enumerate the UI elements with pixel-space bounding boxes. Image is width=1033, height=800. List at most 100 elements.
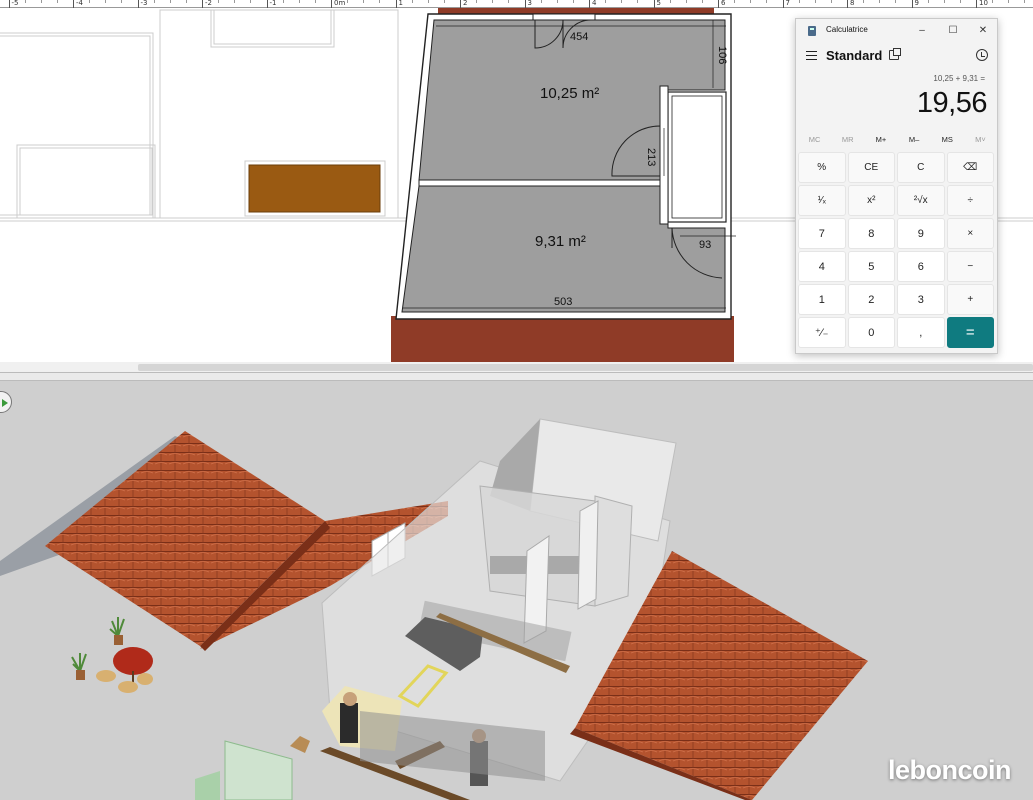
memory-button[interactable]: MS xyxy=(931,135,964,149)
ruler-minor-tick xyxy=(637,0,639,3)
close-button[interactable]: ✕ xyxy=(972,22,994,40)
multiply-key[interactable]: × xyxy=(946,218,994,249)
ruler-minor-tick xyxy=(89,0,91,3)
memory-button[interactable]: M˅ xyxy=(964,135,997,149)
calculator-display: 19,56 xyxy=(916,87,988,119)
memory-button[interactable]: M– xyxy=(898,135,931,149)
ruler-minor-tick xyxy=(40,0,42,3)
one-key[interactable]: 1 xyxy=(798,284,846,315)
four-key[interactable]: 4 xyxy=(798,251,846,282)
ruler-minor-tick xyxy=(411,0,413,3)
maximize-button[interactable]: ☐ xyxy=(942,22,964,40)
ruler-minor-tick xyxy=(879,0,881,3)
leboncoin-watermark: leboncoin xyxy=(888,755,1012,785)
ruler-minor-tick xyxy=(669,0,671,3)
furniture-sofa xyxy=(248,164,381,213)
dimension-right-top: 106 xyxy=(716,46,728,65)
two-key[interactable]: 2 xyxy=(847,284,895,315)
ruler-minor-tick xyxy=(379,0,381,3)
calculator-header: Standard xyxy=(796,45,997,67)
ruler-label: 4 xyxy=(592,0,597,7)
minus-key[interactable]: − xyxy=(946,251,994,282)
ruler-minor-tick xyxy=(56,0,58,3)
ruler-minor-tick xyxy=(476,0,478,3)
ruler-minor-tick xyxy=(1008,0,1010,3)
seven-key[interactable]: 7 xyxy=(798,218,846,249)
history-icon[interactable] xyxy=(976,49,988,61)
three-key[interactable]: 3 xyxy=(897,284,945,315)
ruler-label: 2 xyxy=(463,0,468,7)
3d-roof-left xyxy=(45,431,325,646)
3d-scene[interactable] xyxy=(0,381,1033,800)
ruler-label: -1 xyxy=(269,0,277,7)
equals-key[interactable]: = xyxy=(946,317,994,348)
ruler-minor-tick xyxy=(153,0,155,3)
keep-on-top-icon[interactable] xyxy=(889,48,901,60)
plus-key[interactable]: + xyxy=(946,284,994,315)
room-label-1: 10,25 m² xyxy=(540,85,600,102)
clear-entry-key[interactable]: CE xyxy=(847,152,895,183)
ruler-label: 0m xyxy=(334,0,346,7)
ruler-minor-tick xyxy=(992,0,994,3)
nine-key[interactable]: 9 xyxy=(897,218,945,249)
ruler-label: -4 xyxy=(76,0,83,7)
view-splitter[interactable] xyxy=(0,372,1033,381)
3d-person-sitting xyxy=(340,703,358,743)
ruler-tick xyxy=(8,0,10,8)
square-root-key[interactable]: ²√x xyxy=(897,185,945,216)
arrow-right-icon xyxy=(2,399,8,407)
memory-button[interactable]: MR xyxy=(831,135,864,149)
negate-key[interactable]: ⁺⁄₋ xyxy=(798,317,846,348)
ruler-minor-tick xyxy=(443,0,445,3)
ruler-label: 10 xyxy=(979,0,988,7)
roof-top-strip xyxy=(438,8,714,14)
ruler-label: 9 xyxy=(914,0,919,7)
ruler-minor-tick xyxy=(185,0,187,3)
ruler-minor-tick xyxy=(363,0,365,3)
ruler-tick xyxy=(395,0,397,8)
ruler-label: 8 xyxy=(850,0,855,7)
ruler-label: 3 xyxy=(527,0,532,7)
ruler-minor-tick xyxy=(863,0,865,3)
ruler-minor-tick xyxy=(556,0,558,3)
ruler-tick xyxy=(847,0,848,8)
calculator-window[interactable]: Calculatrice – ☐ ✕ Standard 10,25 + 9,31… xyxy=(795,18,998,354)
backspace-key[interactable]: ⌫ xyxy=(946,152,994,183)
ruler-tick xyxy=(718,0,719,8)
ruler-tick xyxy=(266,0,268,8)
ruler-label: -2 xyxy=(205,0,212,7)
ruler-minor-tick xyxy=(959,0,961,3)
calculator-titlebar[interactable]: Calculatrice – ☐ ✕ xyxy=(796,19,997,43)
3d-plant-1 xyxy=(109,617,125,645)
ruler-minor-tick xyxy=(282,0,284,3)
dimension-door-small: 93 xyxy=(699,239,712,251)
ruler-minor-tick xyxy=(701,0,703,3)
scrollbar-thumb[interactable] xyxy=(138,364,1033,371)
percent-key[interactable]: % xyxy=(798,152,846,183)
six-key[interactable]: 6 xyxy=(897,251,945,282)
ruler-tick xyxy=(976,0,977,8)
ruler-minor-tick xyxy=(734,0,736,3)
ruler-minor-tick xyxy=(508,0,510,3)
minimize-button[interactable]: – xyxy=(911,22,933,40)
ruler-label: 1 xyxy=(398,0,403,7)
five-key[interactable]: 5 xyxy=(847,251,895,282)
3d-view[interactable]: leboncoin xyxy=(0,381,1033,800)
square-key[interactable]: x² xyxy=(847,185,895,216)
zero-key[interactable]: 0 xyxy=(847,317,895,348)
plan-horizontal-scrollbar[interactable] xyxy=(0,362,1033,372)
sweet-home-3d-window: -5 -4 -3 -2 -1 0m 1 2 3 4 5 6 7 8 9 10 1… xyxy=(0,0,1033,800)
ruler-minor-tick xyxy=(492,0,494,3)
memory-button[interactable]: MC xyxy=(798,135,831,149)
memory-button[interactable]: M+ xyxy=(864,135,897,149)
ruler-minor-tick xyxy=(250,0,252,3)
3d-plant-2 xyxy=(71,653,87,680)
clear-key[interactable]: C xyxy=(897,152,945,183)
eight-key[interactable]: 8 xyxy=(847,218,895,249)
ruler-tick xyxy=(653,0,655,8)
window-top xyxy=(532,13,596,21)
reciprocal-key[interactable]: ¹⁄ₓ xyxy=(798,185,846,216)
divide-key[interactable]: ÷ xyxy=(946,185,994,216)
decimal-key[interactable]: , xyxy=(897,317,945,348)
hamburger-menu-icon[interactable] xyxy=(806,51,817,60)
